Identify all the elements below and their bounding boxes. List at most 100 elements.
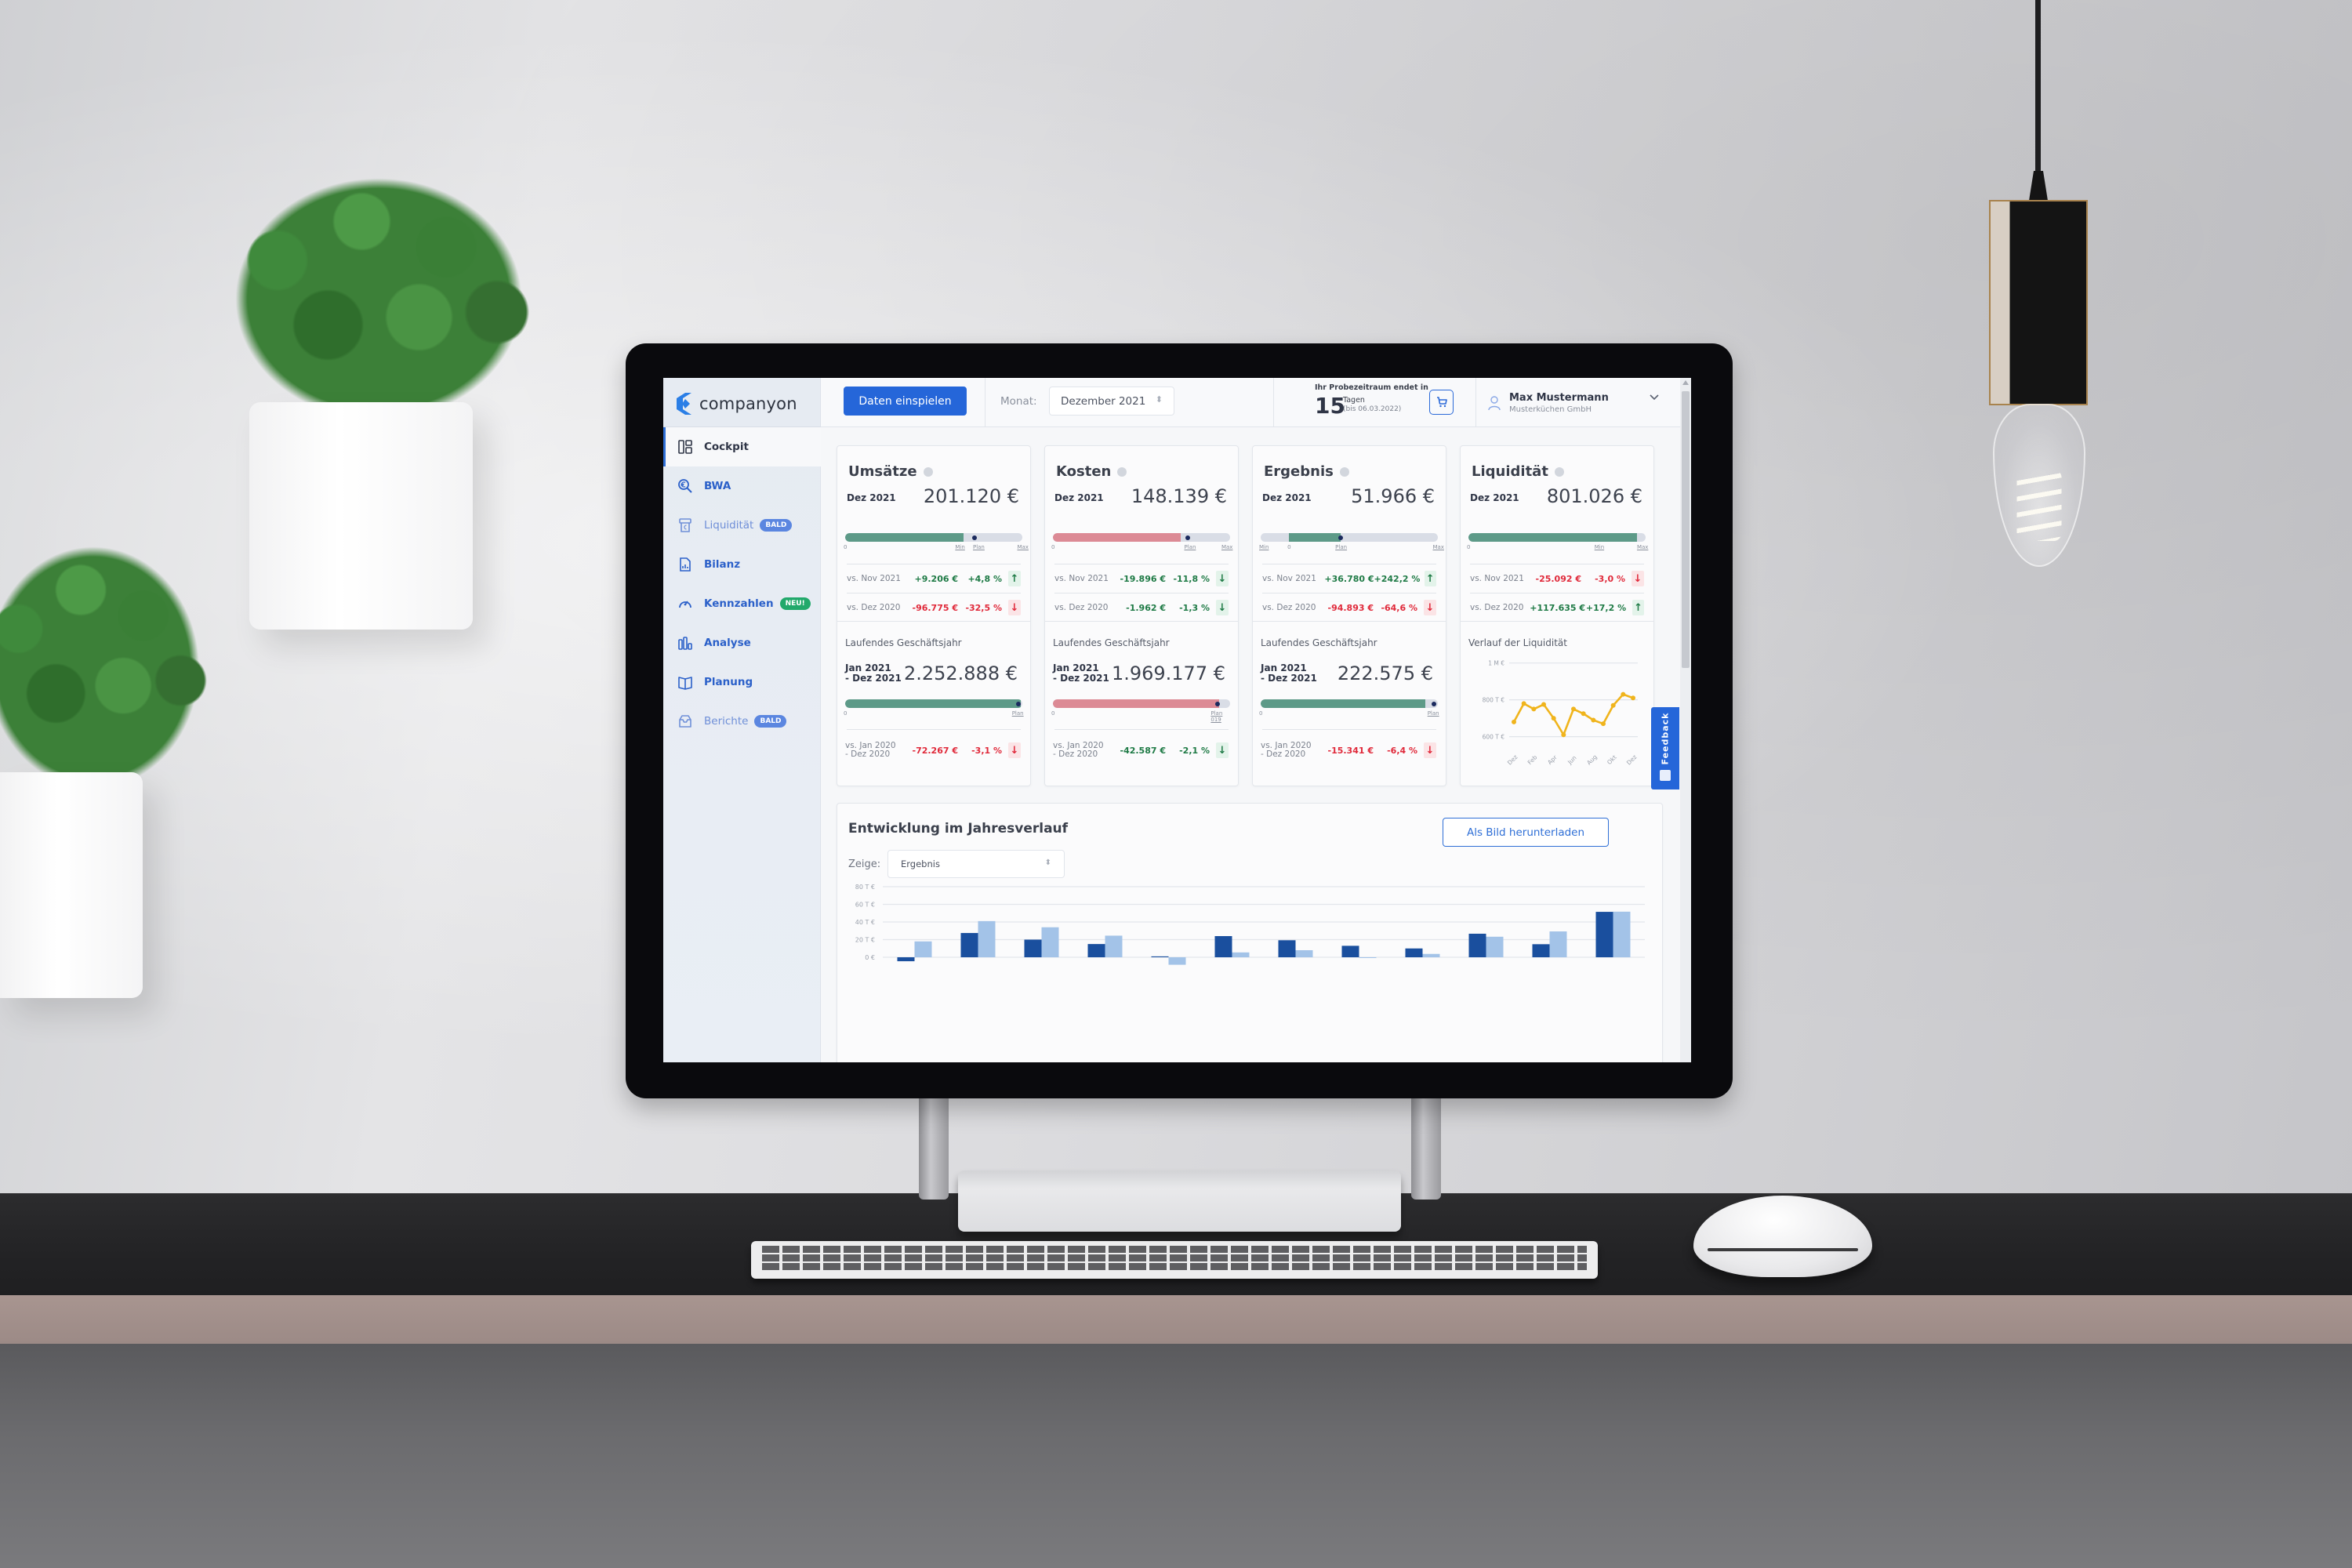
comparison-percent: -1,3 % <box>1179 602 1210 613</box>
arrow-up-icon: ↑ <box>1008 571 1021 586</box>
comparison-absolute: -96.775 € <box>912 602 959 613</box>
bar-2021-sep <box>1405 948 1423 957</box>
kpi-title-text: Umsätze <box>848 463 917 480</box>
top-bar: Daten einspielen Monat: Dezember 2021 ⬍ … <box>821 378 1691 427</box>
gauge-label: Plan <box>1335 544 1348 550</box>
gauge-labels: 0 Min Max <box>1467 544 1648 552</box>
bar-2020-jun <box>1232 952 1250 957</box>
import-data-button[interactable]: Daten einspielen <box>844 387 967 416</box>
sidebar-item-bilanz[interactable]: Bilanz <box>663 545 821 584</box>
logo[interactable]: companyon <box>674 392 797 416</box>
kpi-title: Ergebnis <box>1264 463 1349 480</box>
plan-marker <box>1185 535 1190 540</box>
comparison-label: vs. Dez 2020 <box>1470 602 1524 612</box>
annual-development-card: Entwicklung im Jahresverlauf Als Bild he… <box>837 803 1663 1062</box>
comparison-percent: -3,1 % <box>971 745 1002 756</box>
feedback-face-icon <box>1660 770 1671 781</box>
scroll-up-icon[interactable] <box>1682 380 1689 385</box>
divider <box>1273 378 1274 427</box>
cart-button[interactable] <box>1429 390 1454 415</box>
year-gauge: 0 Plan 019 <box>1045 699 1238 723</box>
gauge-label: 0 <box>1051 544 1055 550</box>
user-icon <box>1488 395 1501 410</box>
sidebar-item-planung[interactable]: Planung <box>663 662 821 702</box>
kpi-value: 2.252.888 € <box>903 662 1018 684</box>
bar-2020-feb <box>978 920 996 957</box>
comparison-row: vs. Dez 2020 -94.893 € -64,6 % ↓ <box>1262 600 1436 615</box>
gauge-labels: 0 Plan <box>844 710 1024 718</box>
gauge-labels: 0 Plan Max <box>1051 544 1232 552</box>
brand-name: companyon <box>699 394 797 413</box>
comparison-absolute: -19.896 € <box>1120 573 1167 584</box>
y-tick-label: 1 M € <box>1488 660 1504 667</box>
kpi-title: Umsätze <box>848 463 933 480</box>
kpi-value: 222.575 € <box>1337 662 1433 684</box>
scrollbar[interactable] <box>1680 378 1691 1062</box>
info-icon[interactable] <box>923 466 933 477</box>
sidebar-item-label: Kennzahlen <box>704 597 774 610</box>
arrow-down-icon: ↓ <box>1216 742 1229 758</box>
comparison-percent: -3,0 % <box>1595 573 1625 584</box>
bar-2020-mai <box>1168 957 1186 965</box>
gauge-label: 0 <box>1287 544 1291 550</box>
gauge-labels: 0 Plan <box>1259 710 1439 718</box>
sidebar-item-label: Liquidität <box>704 519 754 532</box>
comparison-absolute: -94.893 € <box>1327 602 1374 613</box>
sidebar: companyon Cockpit BWA Liquidität BALD Bilanz… <box>663 378 821 1062</box>
bar-2021-dez <box>1595 912 1613 957</box>
gauge-fill <box>1289 533 1341 542</box>
gauge-fill <box>1468 533 1637 542</box>
arrow-down-icon: ↓ <box>1008 600 1021 615</box>
gauge-labels: 0 Min Plan Max <box>844 544 1029 552</box>
comparison-absolute: -15.341 € <box>1327 745 1374 756</box>
kpi-value: 148.139 € <box>1131 485 1227 507</box>
y-tick-label: 60 T € <box>855 902 875 909</box>
bar-2020-nov <box>1549 931 1567 957</box>
gauge-fill <box>1261 699 1426 708</box>
comparison-absolute: -72.267 € <box>912 745 959 756</box>
sidebar-item-bwa[interactable]: BWA <box>663 466 821 506</box>
sidebar-item-analyse[interactable]: Analyse <box>663 623 821 662</box>
gauge-label: Plan <box>1184 544 1196 550</box>
y-tick-label: 80 T € <box>855 884 875 891</box>
bar-2020-okt <box>1486 936 1504 957</box>
sidebar-item-cockpit[interactable]: Cockpit <box>663 427 821 466</box>
scrollbar-thumb[interactable] <box>1682 391 1690 668</box>
comparison-percent: -32,5 % <box>965 602 1002 613</box>
arrow-up-icon: ↑ <box>1632 600 1644 615</box>
info-icon[interactable] <box>1117 466 1127 477</box>
data-point <box>1571 706 1576 712</box>
feedback-tab[interactable]: Feedback <box>1651 707 1679 789</box>
section-label: Laufendes Geschäftsjahr <box>1053 637 1170 648</box>
y-tick-label: 600 T € <box>1483 734 1505 741</box>
comparison-label: vs. Nov 2021 <box>847 573 901 583</box>
user-company: Musterküchen GmbH <box>1509 405 1592 414</box>
bar-2021-mär <box>1024 939 1042 957</box>
metric-select[interactable]: Ergebnis ⬍ <box>887 850 1065 878</box>
month-select[interactable]: Dezember 2021 ⬍ <box>1049 387 1174 416</box>
sidebar-item-kennzahlen[interactable]: Kennzahlen NEU! <box>663 584 821 623</box>
liquidity-line-chart: 600 T € 800 T € 1 M € Dez Feb Apr Jun Aug Okt Dez <box>1483 660 1639 767</box>
gauge-label: Plan <box>972 544 985 550</box>
bar-2020-dez <box>1613 911 1631 957</box>
x-tick-label: Apr <box>1546 753 1559 766</box>
bar-2020-sep <box>1422 953 1440 957</box>
data-point <box>1581 711 1586 717</box>
info-icon[interactable] <box>1339 466 1349 477</box>
document-chart-icon <box>677 557 693 572</box>
month-gauge: Min 0 Plan Max <box>1253 533 1446 554</box>
sidebar-item-berichte[interactable]: Berichte BALD <box>663 702 821 741</box>
y-tick-label: 800 T € <box>1483 697 1505 704</box>
comparison-percent: +242,2 % <box>1374 573 1421 584</box>
bar-2021-feb <box>960 933 978 957</box>
sidebar-badge: NEU! <box>779 597 811 610</box>
comparison-row: vs. Nov 2021 +9.206 € +4,8 % ↑ <box>847 571 1021 586</box>
y-tick-label: 20 T € <box>855 937 875 944</box>
info-icon[interactable] <box>1554 466 1564 477</box>
comparison-label: vs. Dez 2020 <box>847 602 901 612</box>
download-image-button[interactable]: Als Bild herunterladen <box>1443 818 1609 847</box>
user-menu[interactable]: Max Mustermann Musterküchen GmbH <box>1476 378 1679 427</box>
sidebar-item-liquidit-t[interactable]: Liquidität BALD <box>663 506 821 545</box>
bar-2021-nov <box>1532 944 1550 957</box>
bar-2021-okt <box>1468 933 1486 957</box>
